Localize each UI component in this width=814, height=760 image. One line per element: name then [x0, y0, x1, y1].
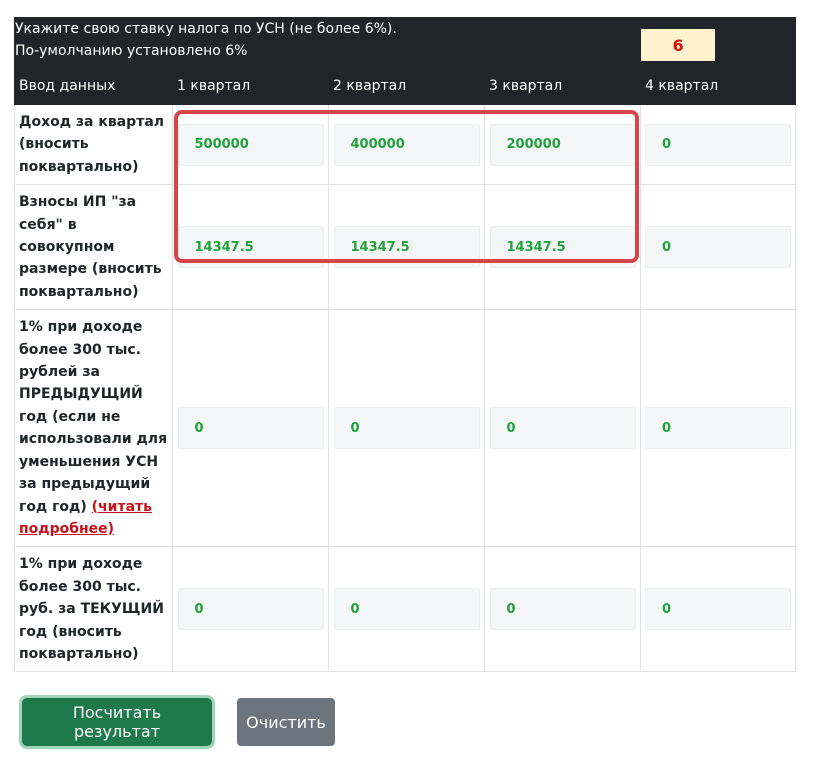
current-year-row: 1% при доходе более 300 тыс. руб. за ТЕК…	[14, 546, 797, 673]
prev-year-q1-input[interactable]	[177, 407, 324, 450]
prev-year-q2-input[interactable]	[333, 407, 480, 450]
rate-input-cell	[640, 17, 797, 68]
current-year-q4-input[interactable]	[645, 588, 792, 631]
income-q4-input[interactable]	[645, 123, 792, 166]
header-quarter-2: 2 квартал	[328, 67, 485, 105]
clear-button[interactable]: Очистить	[237, 698, 335, 746]
income-q3-input[interactable]	[489, 123, 636, 166]
contributions-label: Взносы ИП "за себя" в совокупном размере…	[14, 184, 173, 311]
current-year-label: 1% при доходе более 300 тыс. руб. за ТЕК…	[14, 546, 173, 673]
prev-year-q3-input[interactable]	[489, 407, 636, 450]
income-q1-input[interactable]	[177, 123, 324, 166]
contributions-q2-input[interactable]	[333, 226, 480, 269]
income-label: Доход за квартал (вносить поквартально)	[14, 103, 173, 186]
tax-rate-input[interactable]	[641, 29, 716, 61]
header-quarter-4: 4 квартал	[640, 67, 797, 105]
header-label: Ввод данных	[14, 67, 173, 105]
rate-prompt: Укажите свою ставку налога по УСН (не бо…	[13, 17, 642, 68]
prev-year-label-cell: 1% при доходе более 300 тыс. рублей за П…	[14, 309, 173, 548]
contributions-q4-input[interactable]	[645, 226, 792, 269]
tax-calculator-table: Укажите свою ставку налога по УСН (не бо…	[13, 17, 797, 673]
income-q2-input[interactable]	[333, 123, 480, 166]
current-year-q3-input[interactable]	[489, 588, 636, 631]
rate-prompt-line2: По-умолчанию установлено 6%	[15, 43, 248, 59]
header-quarter-3: 3 квартал	[483, 67, 642, 105]
income-row: Доход за квартал (вносить поквартально)	[14, 103, 797, 186]
rate-row: Укажите свою ставку налога по УСН (не бо…	[13, 17, 797, 68]
contributions-q1-input[interactable]	[177, 226, 324, 269]
header-quarter-1: 1 квартал	[172, 67, 329, 105]
contributions-row: Взносы ИП "за себя" в совокупном размере…	[14, 184, 797, 311]
header-row: Ввод данных 1 квартал 2 квартал 3 кварта…	[14, 67, 797, 105]
prev-year-q4-input[interactable]	[645, 407, 792, 450]
rate-prompt-line1: Укажите свою ставку налога по УСН (не бо…	[15, 21, 397, 37]
prev-year-label: 1% при доходе более 300 тыс. рублей за П…	[19, 319, 168, 515]
current-year-q2-input[interactable]	[333, 588, 480, 631]
prev-year-row: 1% при доходе более 300 тыс. рублей за П…	[14, 309, 797, 548]
current-year-q1-input[interactable]	[177, 588, 324, 631]
contributions-q3-input[interactable]	[489, 226, 636, 269]
calculate-button[interactable]: Посчитать результат	[22, 698, 212, 746]
